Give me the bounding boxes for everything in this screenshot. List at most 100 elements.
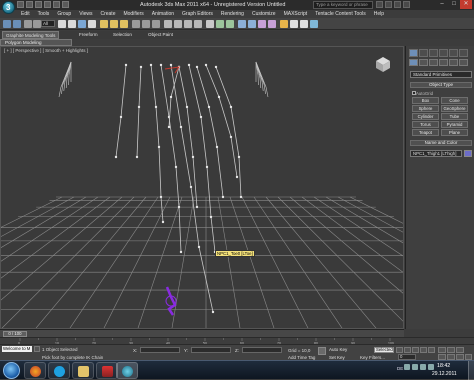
open-file-icon[interactable] [26,1,33,8]
create-tab-icon[interactable] [409,49,418,57]
menu-rendering[interactable]: Rendering [217,10,248,18]
menu-modifiers[interactable]: Modifiers [119,10,147,18]
menu-edit[interactable]: Edit [17,10,34,18]
tray-chevron-icon[interactable] [404,364,410,370]
unlink-icon[interactable] [33,20,41,28]
rectangular-selection-icon[interactable] [78,20,86,28]
app-menu-button[interactable]: 3 [2,1,15,14]
zoom-extents-icon[interactable] [456,347,464,353]
perspective-viewport[interactable]: [ + ] [ Perspective ] [ Smooth + Highlig… [0,46,404,329]
clock-date[interactable]: 29.12.2011 [432,371,457,377]
select-object-icon[interactable] [58,20,66,28]
y-coordinate-field[interactable] [191,347,231,353]
undo-icon[interactable] [44,1,51,8]
lock-selection-icon[interactable] [34,346,40,352]
taskbar-media[interactable] [96,362,118,379]
tab-selection[interactable]: Selection [110,31,135,39]
tab-object-paint[interactable]: Object Paint [145,31,176,39]
selection-filter-dropdown[interactable]: All [41,20,55,27]
tube-button[interactable]: Tube [441,113,468,120]
object-color-swatch[interactable] [464,150,472,157]
favorites-star-icon[interactable] [394,1,401,8]
shapes-icon[interactable] [419,59,428,66]
primitive-type-dropdown[interactable]: Standard Primitives [410,71,472,78]
helpers-icon[interactable] [449,59,458,66]
menu-tentacle-content-tools[interactable]: Tentacle Content Tools [311,10,370,18]
select-by-name-icon[interactable] [68,20,76,28]
tab-graphite-modeling-tools[interactable]: Graphite Modeling Tools [2,31,60,39]
render-production-icon[interactable] [310,20,318,28]
time-slider[interactable]: 0 / 100 [0,329,404,337]
next-frame-icon[interactable] [420,347,427,353]
utilities-tab-icon[interactable] [459,49,468,57]
systems-icon[interactable] [459,59,468,66]
torus-button[interactable]: Torus [412,121,439,128]
plane-button[interactable]: Plane [441,129,468,136]
box-button[interactable]: Box [412,97,439,104]
align-icon[interactable] [226,20,234,28]
menu-group[interactable]: Group [53,10,75,18]
sphere-button[interactable]: Sphere [412,105,439,112]
project-folder-icon[interactable] [62,1,69,8]
menu-help[interactable]: Help [370,10,388,18]
menu-customize[interactable]: Customize [248,10,280,18]
select-and-rotate-icon[interactable] [110,20,118,28]
polygon-modeling-panel[interactable]: Polygon Modeling [0,39,72,46]
viewport-label[interactable]: [ + ] [ Perspective ] [ Smooth + Highlig… [4,48,88,53]
select-and-move-icon[interactable] [100,20,108,28]
object-name-field[interactable]: NPC1_Thigh1 [LThigh] [410,150,462,157]
show-desktop-button[interactable] [468,361,474,380]
z-coordinate-field[interactable] [242,347,282,353]
zoom-icon[interactable] [438,347,446,353]
volume-icon[interactable] [420,364,426,370]
lights-icon[interactable] [429,59,438,66]
pivot-center-icon[interactable] [142,20,150,28]
maxscript-listener[interactable]: Welcome to M [2,346,32,352]
cone-button[interactable]: Cone [441,97,468,104]
language-indicator[interactable]: DE [397,366,403,371]
help-search-input[interactable]: Type a keyword or phrase [313,1,373,9]
angle-snap-icon[interactable] [174,20,182,28]
manipulate-icon[interactable] [152,20,160,28]
rendered-frame-icon[interactable] [300,20,308,28]
taskbar-3dsmax[interactable] [116,362,138,379]
zoom-all-icon[interactable] [447,347,455,353]
display-tab-icon[interactable] [449,49,458,57]
redo-icon[interactable] [53,1,60,8]
go-to-end-icon[interactable] [428,347,435,353]
pyramid-button[interactable]: Pyramid [441,121,468,128]
cylinder-button[interactable]: Cylinder [412,113,439,120]
schematic-view-icon[interactable] [268,20,276,28]
tab-freeform[interactable]: Freeform [76,31,101,39]
help-icon[interactable] [403,1,410,8]
start-button[interactable] [3,362,20,379]
teapot-button[interactable]: Teapot [412,129,439,136]
menu-create[interactable]: Create [96,10,119,18]
save-file-icon[interactable] [35,1,42,8]
select-and-link-icon[interactable] [24,20,32,28]
select-and-scale-icon[interactable] [120,20,128,28]
render-setup-icon[interactable] [290,20,298,28]
network-icon[interactable] [412,364,418,370]
hierarchy-tab-icon[interactable] [429,49,438,57]
undo-toolbar-icon[interactable] [3,20,11,28]
mirror-icon[interactable] [216,20,224,28]
viewcube-icon[interactable] [372,53,394,75]
minimize-button[interactable]: – [436,0,448,9]
modify-tab-icon[interactable] [419,49,428,57]
auto-key-button[interactable]: Auto Key [329,347,347,352]
menu-graph-editors[interactable]: Graph Editors [178,10,217,18]
x-coordinate-field[interactable] [140,347,180,353]
graphite-toggle-icon[interactable] [248,20,256,28]
menu-views[interactable]: Views [75,10,96,18]
taskbar-explorer[interactable] [72,362,94,379]
close-button[interactable]: ✕ [460,0,472,9]
subscription-icon[interactable] [385,1,392,8]
name-and-color-rollout[interactable]: Name and Color [410,140,472,146]
clock-time[interactable]: 18:42 [437,363,450,369]
spinner-snap-icon[interactable] [194,20,202,28]
curve-editor-icon[interactable] [258,20,266,28]
set-key-icon[interactable] [318,347,326,355]
new-file-icon[interactable] [17,1,24,8]
geometry-icon[interactable] [409,59,418,66]
